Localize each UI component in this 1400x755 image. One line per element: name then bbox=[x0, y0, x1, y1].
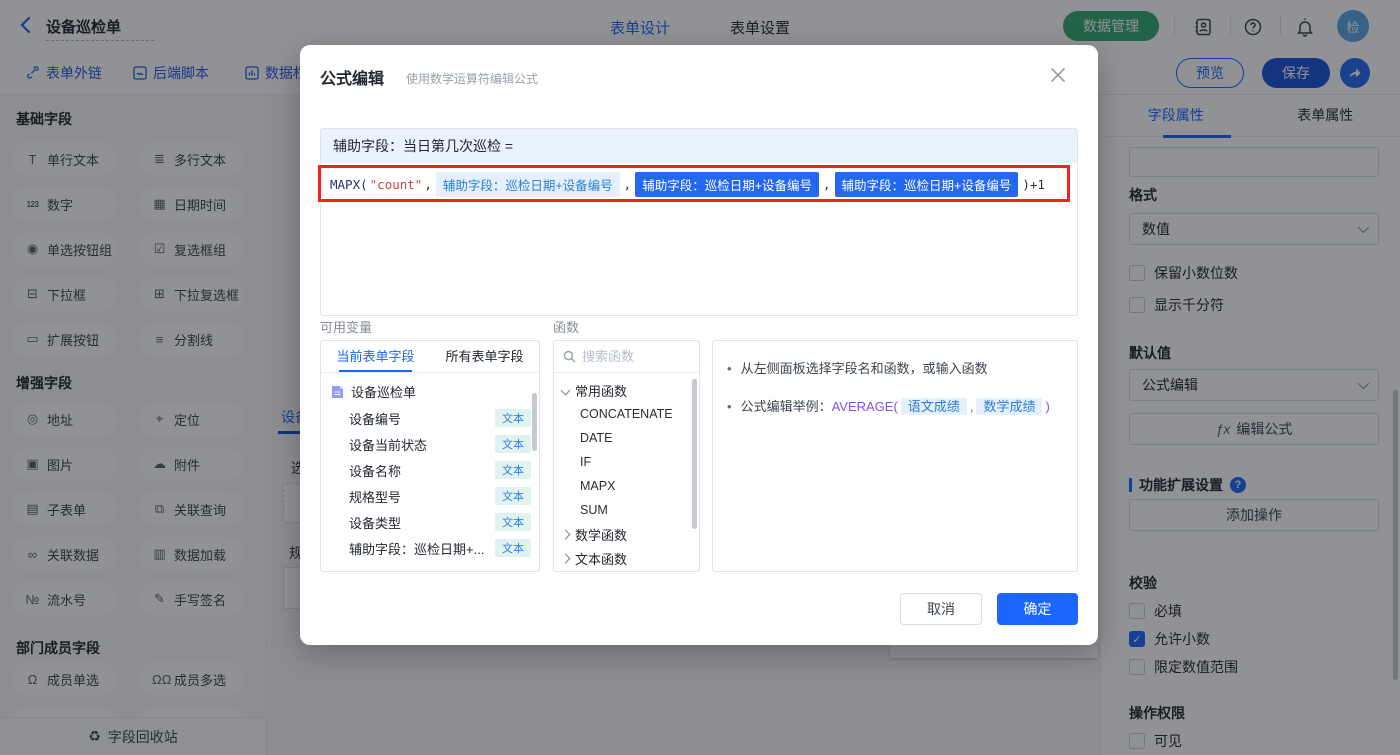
close-icon[interactable] bbox=[1044, 61, 1072, 89]
type-tag: 文本 bbox=[495, 539, 531, 557]
example-field-chip: 语文成绩 bbox=[901, 398, 967, 415]
type-tag: 文本 bbox=[495, 513, 531, 531]
variables-tabs: 当前表单字段 所有表单字段 bbox=[321, 341, 539, 373]
type-tag: 文本 bbox=[495, 487, 531, 505]
function-group-math[interactable]: 数学函数 bbox=[554, 522, 699, 546]
chevron-right-icon bbox=[561, 529, 571, 539]
example-field-chip: 数学成绩 bbox=[976, 398, 1042, 415]
variables-label: 可用变量 bbox=[320, 317, 372, 336]
formula-target: 辅助字段：当日第几次巡检 = bbox=[321, 129, 1077, 163]
chevron-down-icon bbox=[561, 385, 571, 395]
variable-field-row[interactable]: 规格型号文本 bbox=[321, 483, 539, 509]
type-tag: 文本 bbox=[495, 461, 531, 479]
tab-current-form-fields[interactable]: 当前表单字段 bbox=[321, 341, 430, 372]
type-tag: 文本 bbox=[495, 435, 531, 453]
formula-edit-dialog: 公式编辑 使用数学运算符编辑公式 辅助字段：当日第几次巡检 = MAPX("co… bbox=[300, 45, 1098, 645]
form-tree-root[interactable]: 设备巡检单 bbox=[321, 373, 539, 405]
field-chip[interactable]: 辅助字段：巡检日期+设备编号 bbox=[436, 172, 620, 197]
help-line-2: • 公式编辑举例：AVERAGE(语文成绩,数学成绩) bbox=[727, 396, 1063, 418]
formula-editor: 辅助字段：当日第几次巡检 = MAPX("count",辅助字段：巡检日期+设备… bbox=[320, 128, 1078, 316]
field-chip-selected[interactable]: 辅助字段：巡检日期+设备编号 bbox=[835, 172, 1019, 197]
variables-pane: 当前表单字段 所有表单字段 设备巡检单 设备编号文本 设备当前状态文本 设备名称… bbox=[320, 340, 540, 572]
function-item[interactable]: DATE bbox=[554, 426, 699, 450]
search-icon bbox=[563, 350, 576, 363]
help-line-1: • 从左侧面板选择字段名和函数，或输入函数 bbox=[727, 358, 1063, 380]
confirm-button[interactable]: 确定 bbox=[997, 593, 1078, 625]
variables-scrollbar[interactable] bbox=[532, 393, 537, 451]
form-doc-icon bbox=[331, 385, 344, 399]
variable-field-row[interactable]: 设备类型文本 bbox=[321, 509, 539, 535]
cancel-button[interactable]: 取消 bbox=[900, 593, 982, 625]
type-tag: 文本 bbox=[495, 409, 531, 427]
variable-field-row[interactable]: 设备当前状态文本 bbox=[321, 431, 539, 457]
functions-label: 函数 bbox=[553, 317, 579, 336]
dialog-title: 公式编辑 bbox=[320, 65, 384, 89]
function-group-text[interactable]: 文本函数 bbox=[554, 546, 699, 570]
help-pane: • 从左侧面板选择字段名和函数，或输入函数 • 公式编辑举例：AVERAGE(语… bbox=[712, 340, 1078, 572]
function-group-common[interactable]: 常用函数 bbox=[554, 378, 699, 402]
functions-scrollbar[interactable] bbox=[692, 379, 697, 529]
tail-token: )+1 bbox=[1021, 177, 1046, 192]
function-item[interactable]: SUM bbox=[554, 498, 699, 522]
bullet-icon: • bbox=[727, 396, 732, 418]
function-token: MAPX( bbox=[329, 177, 369, 192]
function-item[interactable]: CONCATENATE bbox=[554, 402, 699, 426]
function-item[interactable]: IF bbox=[554, 450, 699, 474]
example-function: AVERAGE( bbox=[832, 399, 898, 414]
string-token: "count" bbox=[369, 177, 424, 192]
variable-field-row[interactable]: 辅助字段：巡检日期+...文本 bbox=[321, 535, 539, 561]
chevron-right-icon bbox=[561, 553, 571, 563]
tab-all-form-fields[interactable]: 所有表单字段 bbox=[430, 341, 539, 372]
field-chip-selected[interactable]: 辅助字段：巡检日期+设备编号 bbox=[635, 172, 819, 197]
function-search-input[interactable] bbox=[582, 349, 672, 364]
variable-field-row[interactable]: 设备名称文本 bbox=[321, 457, 539, 483]
function-item[interactable]: MAPX bbox=[554, 474, 699, 498]
bullet-icon: • bbox=[727, 358, 732, 380]
formula-input[interactable]: MAPX("count",辅助字段：巡检日期+设备编号,辅助字段：巡检日期+设备… bbox=[321, 167, 1077, 201]
function-search[interactable] bbox=[554, 341, 699, 373]
dialog-subtitle: 使用数学运算符编辑公式 bbox=[406, 70, 538, 87]
variable-field-row[interactable]: 设备编号文本 bbox=[321, 405, 539, 431]
functions-pane: 常用函数 CONCATENATE DATE IF MAPX SUM 数学函数 文… bbox=[553, 340, 700, 572]
